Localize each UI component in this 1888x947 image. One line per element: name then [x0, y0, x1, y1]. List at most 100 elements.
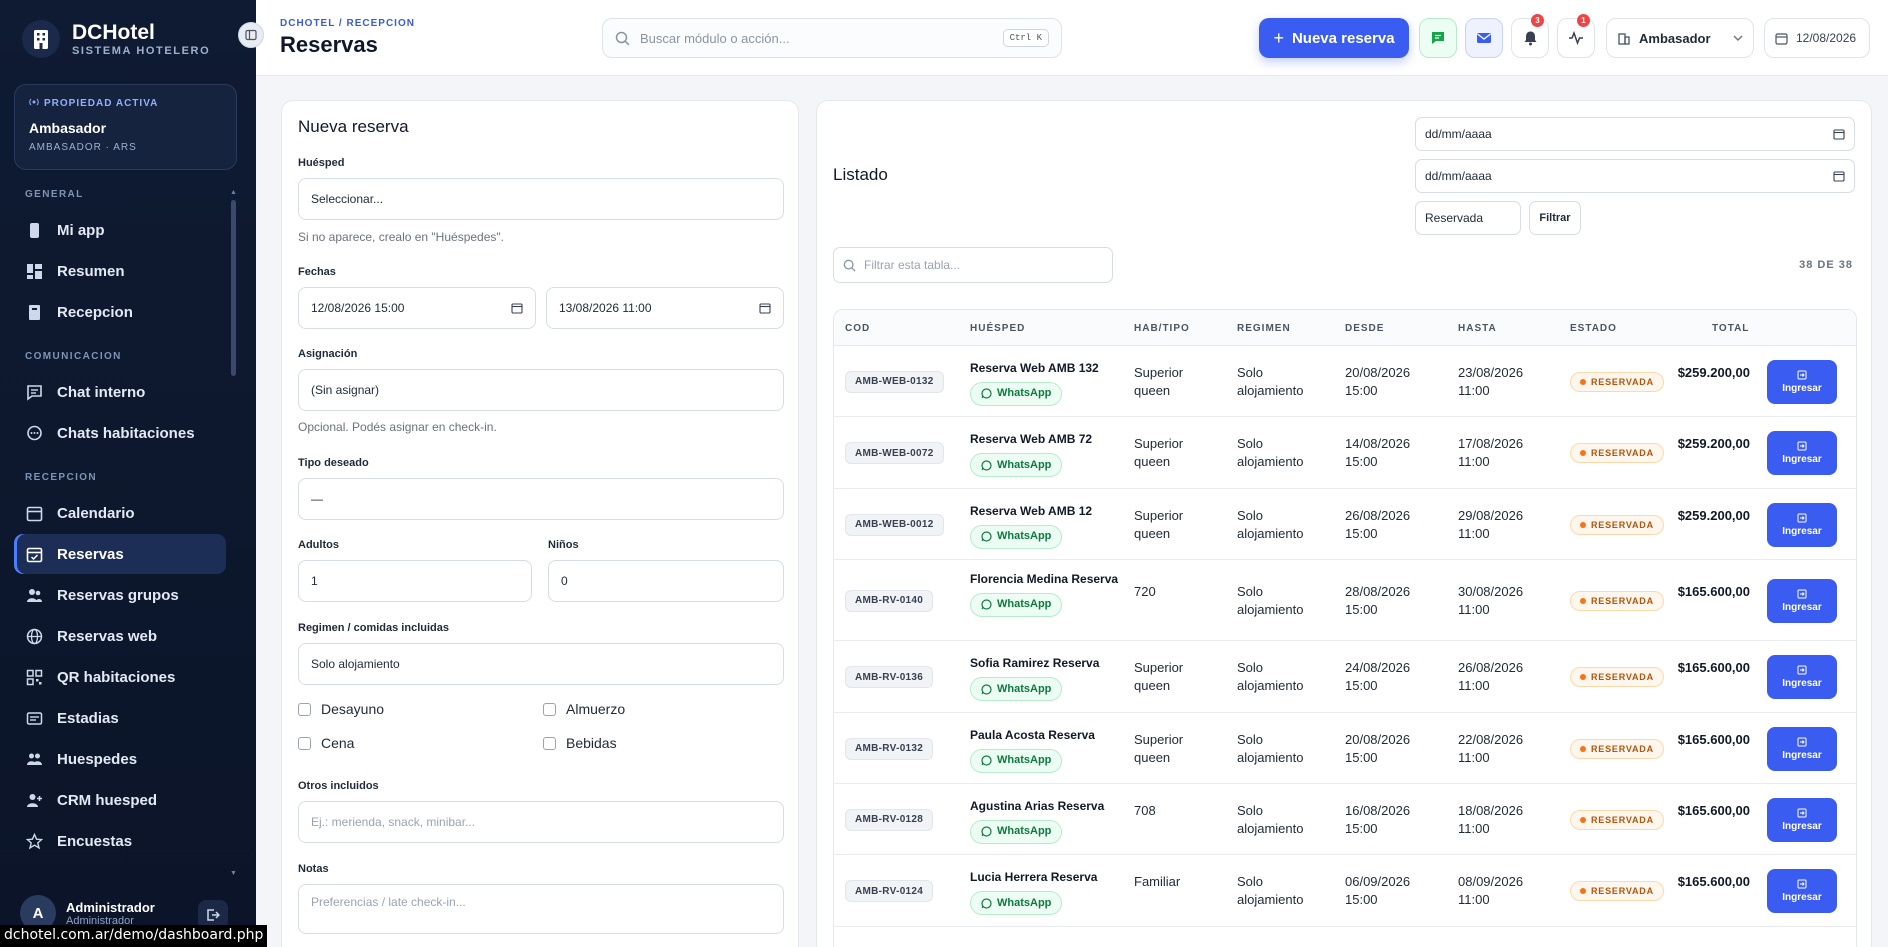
- check-in-button[interactable]: Ingresar: [1767, 359, 1837, 404]
- table-row[interactable]: AMB-WEB-0072 Reserva Web AMB 72 WhatsApp Su…: [834, 417, 1856, 489]
- whatsapp-button[interactable]: WhatsApp: [970, 677, 1063, 701]
- checkbox-box[interactable]: [298, 702, 311, 716]
- sidebar-scrollbar[interactable]: [231, 200, 236, 376]
- check-in-button[interactable]: Ingresar: [1767, 578, 1837, 623]
- global-search[interactable]: Ctrl K: [602, 18, 1062, 58]
- sidebar-item-crm-huesped[interactable]: CRM huesped: [14, 780, 226, 820]
- checkbox-box[interactable]: [543, 702, 556, 716]
- adults-input[interactable]: 1: [298, 560, 532, 602]
- table-row[interactable]: AMB-RV-0128 Agustina Arias Reserva WhatsAp…: [834, 784, 1856, 855]
- sidebar-item-qr-habitaciones[interactable]: QR habitaciones: [14, 657, 226, 697]
- whatsapp-button[interactable]: WhatsApp: [970, 891, 1063, 915]
- guest-name[interactable]: Reserva Web AMB 12: [970, 503, 1130, 520]
- guest-name[interactable]: Reserva Web AMB 132: [970, 360, 1130, 377]
- login-icon: [1797, 589, 1807, 598]
- date-from-filter[interactable]: dd/mm/aaaa: [1415, 117, 1855, 151]
- calendar-icon[interactable]: [1833, 128, 1845, 140]
- notifications-button[interactable]: 3: [1511, 14, 1549, 58]
- regime-select[interactable]: Solo alojamiento: [298, 643, 784, 685]
- kids-input[interactable]: 0: [548, 560, 784, 602]
- guest-name[interactable]: Sofia Ramirez Reserva: [970, 655, 1130, 672]
- table-row[interactable]: AMB-RV-0124 Lucia Herrera Reserva WhatsApp…: [834, 855, 1856, 927]
- guest-cell: Sofia Ramirez Reserva WhatsApp: [970, 655, 1130, 701]
- whatsapp-button[interactable]: WhatsApp: [970, 748, 1063, 773]
- guest-name[interactable]: Lucia Herrera Reserva: [970, 869, 1130, 886]
- table-row[interactable]: AMB-RV-0132 Paula Acosta Reserva WhatsApp S…: [834, 713, 1856, 784]
- column-header[interactable]: HASTA: [1458, 323, 1497, 334]
- column-header[interactable]: REGIMEN: [1237, 323, 1291, 334]
- checkbox-desayuno[interactable]: Desayuno: [298, 701, 384, 717]
- table-row[interactable]: AMB-RV-0136 Sofia Ramirez Reserva WhatsApp…: [834, 641, 1856, 713]
- notes-textarea[interactable]: Preferencias / late check-in...: [298, 884, 784, 934]
- check-in-button[interactable]: Ingresar: [1767, 869, 1837, 913]
- sidebar-item-reservas-web[interactable]: Reservas web: [14, 616, 226, 656]
- sidebar-item-chats-habitaciones[interactable]: Chats habitaciones: [14, 413, 226, 453]
- whatsapp-button[interactable]: WhatsApp: [970, 592, 1063, 617]
- column-header[interactable]: HUÉSPED: [970, 323, 1025, 334]
- table-row[interactable]: AMB-WEB-0132 Reserva Web AMB 132 WhatsApp S…: [834, 346, 1856, 417]
- calendar-icon[interactable]: [1833, 170, 1845, 182]
- checkbox-bebidas[interactable]: Bebidas: [543, 735, 617, 751]
- whatsapp-button[interactable]: WhatsApp: [970, 524, 1063, 549]
- sidebar-item-chat-interno[interactable]: Chat interno: [14, 372, 226, 412]
- guest-name[interactable]: Agustina Arias Reserva: [970, 798, 1130, 815]
- whatsapp-button[interactable]: WhatsApp: [970, 453, 1063, 477]
- guest-name[interactable]: Reserva Web AMB 72: [970, 431, 1130, 448]
- date-from-input[interactable]: 12/08/2026 15:00: [298, 287, 536, 329]
- room-type: Familiar: [1134, 874, 1181, 889]
- activity-button[interactable]: 1: [1557, 14, 1595, 58]
- whatsapp-button[interactable]: WhatsApp: [970, 819, 1063, 844]
- checkbox-box[interactable]: [543, 736, 556, 750]
- mail-button[interactable]: [1465, 18, 1503, 58]
- guest-name[interactable]: Florencia Medina Reserva: [970, 571, 1130, 588]
- sidebar-item-calendario[interactable]: Calendario: [14, 493, 226, 533]
- column-header[interactable]: DESDE: [1345, 323, 1384, 334]
- guest-select[interactable]: Seleccionar...: [298, 178, 784, 220]
- sidebar-item-mi-app[interactable]: Mi app: [14, 210, 226, 250]
- column-header[interactable]: HAB/TIPO: [1134, 323, 1190, 334]
- calendar-icon[interactable]: [511, 302, 523, 314]
- status-filter-select[interactable]: Reservada: [1415, 201, 1521, 235]
- sidebar-item-resumen[interactable]: Resumen: [14, 251, 226, 291]
- property-select[interactable]: Ambasador: [1606, 18, 1754, 58]
- others-input[interactable]: Ej.: merienda, snack, minibar...: [298, 801, 784, 843]
- sidebar-item-encuestas[interactable]: Encuestas: [14, 821, 226, 861]
- column-header[interactable]: TOTAL: [1712, 323, 1749, 334]
- filter-button[interactable]: Filtrar: [1529, 201, 1581, 235]
- check-in-button[interactable]: Ingresar: [1767, 431, 1837, 475]
- sidebar-item-reservas-grupos[interactable]: Reservas grupos: [14, 575, 226, 615]
- guest-name[interactable]: Paula Acosta Reserva: [970, 727, 1130, 744]
- check-in-button[interactable]: Ingresar: [1767, 502, 1837, 547]
- brand[interactable]: DCHotel SISTEMA HOTELERO: [22, 20, 210, 58]
- search-input[interactable]: [640, 30, 993, 46]
- breadcrumb[interactable]: DCHOTEL / RECEPCION: [280, 18, 415, 29]
- type-select[interactable]: —: [298, 478, 784, 520]
- scroll-up-arrow[interactable]: ▲: [230, 189, 237, 196]
- checkbox-cena[interactable]: Cena: [298, 735, 354, 751]
- active-property-card[interactable]: PROPIEDAD ACTIVA Ambasador AMBASADOR · A…: [14, 84, 237, 170]
- scroll-down-arrow[interactable]: ▼: [230, 870, 237, 877]
- date-to-filter[interactable]: dd/mm/aaaa: [1415, 159, 1855, 193]
- new-reservation-button[interactable]: + Nueva reserva: [1259, 18, 1409, 58]
- current-date[interactable]: 12/08/2026: [1764, 18, 1870, 58]
- column-header[interactable]: COD: [845, 323, 870, 334]
- chat-button[interactable]: [1419, 18, 1457, 58]
- table-filter-input[interactable]: Filtrar esta tabla...: [833, 247, 1113, 283]
- check-in-button[interactable]: Ingresar: [1767, 655, 1837, 699]
- check-in-button[interactable]: Ingresar: [1767, 797, 1837, 842]
- whatsapp-button[interactable]: WhatsApp: [970, 381, 1063, 406]
- date-to-input[interactable]: 13/08/2026 11:00: [546, 287, 784, 329]
- table-row[interactable]: AMB-RV-0140 Florencia Medina Reserva Whats…: [834, 560, 1856, 641]
- table-row[interactable]: AMB-WEB-0012 Reserva Web AMB 12 WhatsApp Su…: [834, 489, 1856, 560]
- checkbox-almuerzo[interactable]: Almuerzo: [543, 701, 625, 717]
- check-in-button[interactable]: Ingresar: [1767, 726, 1837, 771]
- sidebar-item-reservas[interactable]: Reservas: [14, 534, 226, 574]
- sidebar-item-estadias[interactable]: Estadias: [14, 698, 226, 738]
- sidebar-item-recepcion[interactable]: Recepcion: [14, 292, 226, 332]
- column-header[interactable]: ESTADO: [1570, 323, 1617, 334]
- checkbox-box[interactable]: [298, 736, 311, 750]
- calendar-icon[interactable]: [759, 302, 771, 314]
- sidebar-collapse-button[interactable]: [238, 22, 264, 48]
- sidebar-item-huespedes[interactable]: Huespedes: [14, 739, 226, 779]
- assign-select[interactable]: (Sin asignar): [298, 369, 784, 411]
